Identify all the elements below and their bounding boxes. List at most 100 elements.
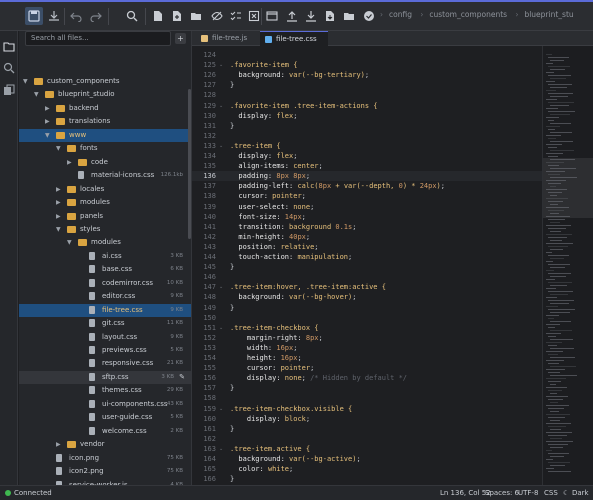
upload-icon[interactable]: [284, 8, 300, 24]
chevron-right-icon[interactable]: ▶: [67, 156, 72, 169]
chevron-right-icon[interactable]: ▶: [56, 210, 61, 223]
chevron-right-icon[interactable]: ▶: [56, 438, 61, 451]
hide-icon[interactable]: [209, 8, 225, 24]
search-icon[interactable]: [3, 59, 15, 74]
chevron-right-icon[interactable]: ▶: [56, 183, 61, 196]
git-check-icon[interactable]: [361, 8, 377, 24]
tree-folder[interactable]: ▼ custom_components: [19, 75, 191, 88]
tree-file[interactable]: file-tree.css 9 KB: [19, 303, 191, 317]
minimap-line: [546, 252, 552, 253]
tree-folder[interactable]: ▶ panels: [19, 210, 191, 223]
fold-icon[interactable]: ⌄: [219, 141, 223, 151]
code-editor[interactable]: 124 125 ⌄ .favorite-item {126 background: v…: [192, 46, 542, 485]
chevron-down-icon[interactable]: ▼: [67, 236, 72, 249]
breadcrumb-item[interactable]: blueprint_stu: [524, 10, 573, 19]
code-line: touch-action: manipulation;: [230, 252, 352, 262]
minimap-line: [550, 393, 557, 394]
deselect-icon[interactable]: [246, 8, 262, 24]
tree-file[interactable]: editor.css 9 KB: [19, 290, 191, 303]
tree-folder[interactable]: ▶ backend: [19, 102, 191, 115]
code-token: ;: [364, 71, 370, 80]
explorer-icon[interactable]: [3, 38, 15, 52]
chevron-right-icon[interactable]: ▶: [56, 196, 61, 209]
tree-folder[interactable]: ▼ modules: [19, 236, 191, 249]
tree-file[interactable]: icon2.png 75 KB: [19, 465, 191, 478]
breadcrumb-item[interactable]: custom_components: [429, 10, 507, 19]
fold-icon[interactable]: ⌄: [219, 323, 223, 333]
minimap-line: [550, 222, 560, 223]
line-number: 124: [203, 51, 216, 59]
tree-file[interactable]: layout.css 9 KB: [19, 331, 191, 344]
new-folder-icon[interactable]: [188, 8, 204, 24]
chevron-down-icon[interactable]: ▼: [45, 129, 50, 142]
save-all-icon[interactable]: [46, 8, 62, 24]
tree-folder[interactable]: ▶ locales: [19, 183, 191, 196]
tree-file[interactable]: icon.png 75 KB: [19, 452, 191, 465]
redo-icon[interactable]: [88, 8, 104, 24]
sidebar-scrollbar[interactable]: [188, 89, 191, 239]
fold-icon[interactable]: ⌄: [219, 404, 223, 414]
folder-icon: [56, 104, 65, 112]
tree-file[interactable]: user-guide.css 5 KB: [19, 411, 191, 424]
export-icon[interactable]: [322, 8, 338, 24]
tree-file[interactable]: previews.css 5 KB: [19, 344, 191, 357]
add-file-button[interactable]: +: [175, 33, 186, 44]
minimap[interactable]: [542, 46, 593, 485]
encoding[interactable]: UTF-8: [518, 486, 538, 500]
chevron-down-icon[interactable]: ▼: [34, 88, 39, 101]
tree-file[interactable]: ai.css 3 KB: [19, 250, 191, 263]
search-input[interactable]: Search all files...: [25, 31, 171, 46]
tree-file[interactable]: ui-components.css 43 KB: [19, 398, 191, 411]
chevron-right-icon[interactable]: ▶: [45, 102, 50, 115]
tree-folder[interactable]: ▼ styles: [19, 223, 191, 236]
cursor-position[interactable]: Ln 136, Col 52: [440, 486, 491, 500]
tree-file[interactable]: responsive.css 21 KB: [19, 357, 191, 370]
tab-file-tree-js[interactable]: file-tree.js: [196, 31, 256, 46]
code-token: ;: [352, 293, 357, 302]
chevron-down-icon[interactable]: ▼: [56, 223, 61, 236]
folder-open-icon[interactable]: [341, 8, 357, 24]
minimap-viewport[interactable]: [543, 158, 593, 218]
tree-file[interactable]: material-icons.css 126.1kb: [19, 169, 191, 182]
tree-file[interactable]: codemirror.css 10 KB: [19, 277, 191, 290]
checklist-icon[interactable]: [228, 8, 244, 24]
tree-file[interactable]: base.css 6 KB: [19, 263, 191, 276]
fold-icon[interactable]: ⌄: [219, 444, 223, 454]
theme-label[interactable]: Dark: [572, 486, 589, 500]
theme-toggle-icon[interactable]: ☾: [563, 486, 569, 500]
indentation[interactable]: Spaces: 6: [485, 486, 519, 500]
tree-folder[interactable]: ▼ blueprint_studio: [19, 88, 191, 101]
fold-icon[interactable]: ⌄: [219, 282, 223, 292]
tree-folder[interactable]: ▶ translations: [19, 115, 191, 128]
tree-folder[interactable]: ▶ code: [19, 156, 191, 169]
tree-file[interactable]: sftp.css 3 KB ✎: [19, 370, 191, 384]
tab-file-tree-css[interactable]: file-tree.css: [260, 31, 328, 46]
save-icon[interactable]: [25, 7, 43, 25]
download-icon[interactable]: [303, 8, 319, 24]
fold-icon[interactable]: ⌄: [219, 101, 223, 111]
chevron-right-icon[interactable]: ▶: [45, 115, 50, 128]
search-icon[interactable]: [124, 8, 140, 24]
tree-file[interactable]: welcome.css 2 KB: [19, 425, 191, 438]
chevron-down-icon[interactable]: ▼: [23, 75, 28, 88]
pin-icon[interactable]: ✎: [179, 371, 185, 384]
copy-icon[interactable]: [3, 81, 15, 95]
tree-folder[interactable]: ▼ fonts: [19, 142, 191, 155]
language-mode[interactable]: CSS: [544, 486, 558, 500]
tree-folder[interactable]: ▼ www: [19, 128, 191, 142]
fold-icon[interactable]: ⌄: [219, 60, 223, 70]
tree-file[interactable]: themes.css 29 KB: [19, 384, 191, 397]
new-file-icon[interactable]: [150, 8, 166, 24]
tree-file[interactable]: git.css 11 KB: [19, 317, 191, 330]
tree-folder[interactable]: ▶ vendor: [19, 438, 191, 451]
code-line: .favorite-item {: [230, 60, 297, 70]
tree-folder[interactable]: ▶ modules: [19, 196, 191, 209]
chevron-down-icon[interactable]: ▼: [56, 142, 61, 155]
new-file-plus-icon[interactable]: [169, 8, 185, 24]
minimap-line: [548, 174, 560, 175]
file-size: 9 KB: [170, 306, 183, 313]
breadcrumb-item[interactable]: config: [389, 10, 412, 19]
undo-icon[interactable]: [68, 8, 84, 24]
window-icon[interactable]: [264, 8, 280, 24]
minimap-line: [546, 207, 569, 208]
